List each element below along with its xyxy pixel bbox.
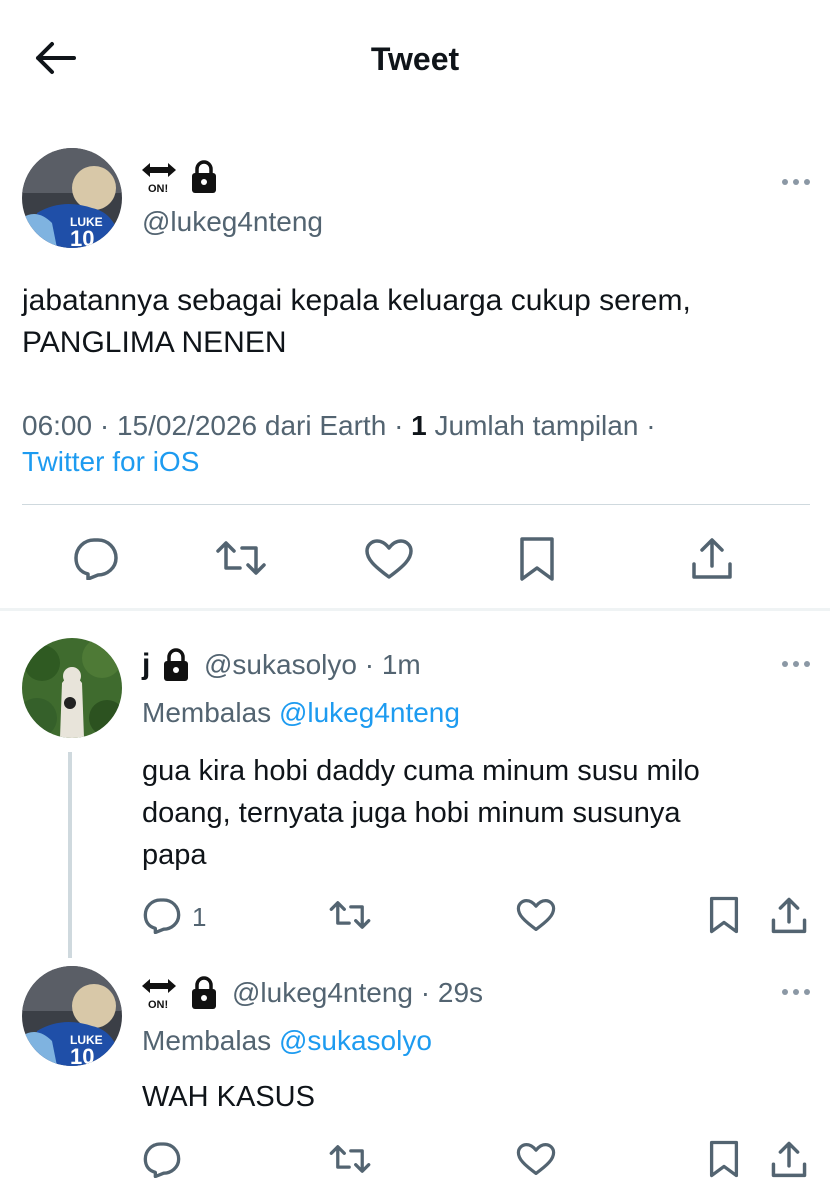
author-handle[interactable]: @lukeg4nteng: [142, 205, 323, 239]
tweet-meta: 06:00 · 15/02/2026 dari Earth · 1 Jumlah…: [22, 406, 656, 446]
view-count-label[interactable]: Jumlah tampilan: [435, 410, 639, 441]
like-icon[interactable]: [516, 1142, 556, 1176]
more-options-icon[interactable]: [780, 176, 816, 188]
reply-text-line: doang, ternyata juga hobi minum susunya: [142, 797, 681, 829]
on-emoji-label: ON!: [148, 183, 168, 194]
reply-icon[interactable]: [142, 1140, 182, 1178]
reply-header: @lukeg4nteng · 29s: [232, 976, 483, 1010]
replying-to-link[interactable]: @lukeg4nteng: [279, 697, 460, 728]
svg-text:10: 10: [70, 226, 94, 248]
bookmark-icon[interactable]: [708, 1140, 740, 1178]
tweet-text-line: jabatannya sebagai kepala keluarga cukup…: [22, 284, 691, 317]
meta-separator: ·: [394, 410, 404, 441]
retweet-icon[interactable]: [214, 538, 268, 578]
page-title: Tweet: [370, 41, 460, 77]
reply-icon[interactable]: [142, 896, 182, 934]
thread-line: [68, 752, 72, 958]
tweet-source-link[interactable]: Twitter for iOS: [22, 442, 199, 482]
avatar[interactable]: LUKE 10: [22, 966, 122, 1066]
section-divider: [0, 608, 830, 611]
bookmark-icon[interactable]: [518, 536, 556, 582]
more-options-icon[interactable]: [780, 986, 816, 998]
bookmark-icon[interactable]: [708, 896, 740, 934]
share-icon[interactable]: [770, 896, 808, 934]
share-icon[interactable]: [690, 536, 734, 580]
reply-count: 1: [192, 902, 207, 932]
divider: [22, 504, 810, 505]
lock-icon: [190, 976, 218, 1010]
meta-separator: ·: [646, 410, 656, 441]
display-name[interactable]: j: [142, 646, 150, 684]
lock-icon: [162, 648, 190, 682]
like-icon[interactable]: [516, 898, 556, 932]
replying-to-link[interactable]: @sukasolyo: [279, 1025, 432, 1056]
avatar[interactable]: [22, 638, 122, 738]
reply-time: 29s: [437, 977, 484, 1008]
retweet-icon[interactable]: [328, 1142, 372, 1176]
tweet-date: 15/02/2026 dari Earth: [116, 410, 387, 441]
retweet-icon[interactable]: [328, 898, 372, 932]
on-emoji-label: ON!: [148, 999, 168, 1010]
on-arrow-emoji-icon: ON!: [140, 976, 178, 1010]
replying-to-prefix: Membalas: [142, 697, 272, 728]
avatar[interactable]: LUKE 10: [22, 148, 122, 248]
reply-icon[interactable]: [72, 536, 120, 580]
reply-text-line: gua kira hobi daddy cuma minum susu milo: [142, 755, 700, 787]
reply-time: 1m: [381, 649, 421, 680]
meta-separator: ·: [364, 649, 375, 680]
view-count[interactable]: 1: [411, 410, 427, 441]
lock-icon: [190, 160, 218, 194]
share-icon[interactable]: [770, 1140, 808, 1178]
replying-to-prefix: Membalas: [142, 1025, 272, 1056]
author-handle[interactable]: @sukasolyo: [204, 649, 357, 680]
meta-separator: ·: [99, 410, 110, 441]
on-arrow-emoji-icon: ON!: [140, 160, 178, 194]
meta-separator: ·: [420, 977, 431, 1008]
tweet-time: 06:00: [22, 410, 93, 441]
author-handle[interactable]: @lukeg4nteng: [232, 977, 413, 1008]
reply-text-line: papa: [142, 839, 207, 871]
more-options-icon[interactable]: [780, 658, 816, 670]
replying-to: Membalas @lukeg4nteng: [142, 696, 460, 730]
reply-text: WAH KASUS: [142, 1081, 315, 1113]
tweet-text-line: PANGLIMA NENEN: [22, 326, 287, 359]
svg-text:10: 10: [70, 1044, 94, 1066]
replying-to: Membalas @sukasolyo: [142, 1024, 432, 1058]
like-icon[interactable]: [364, 538, 414, 580]
reply-header: @sukasolyo · 1m: [204, 648, 421, 682]
